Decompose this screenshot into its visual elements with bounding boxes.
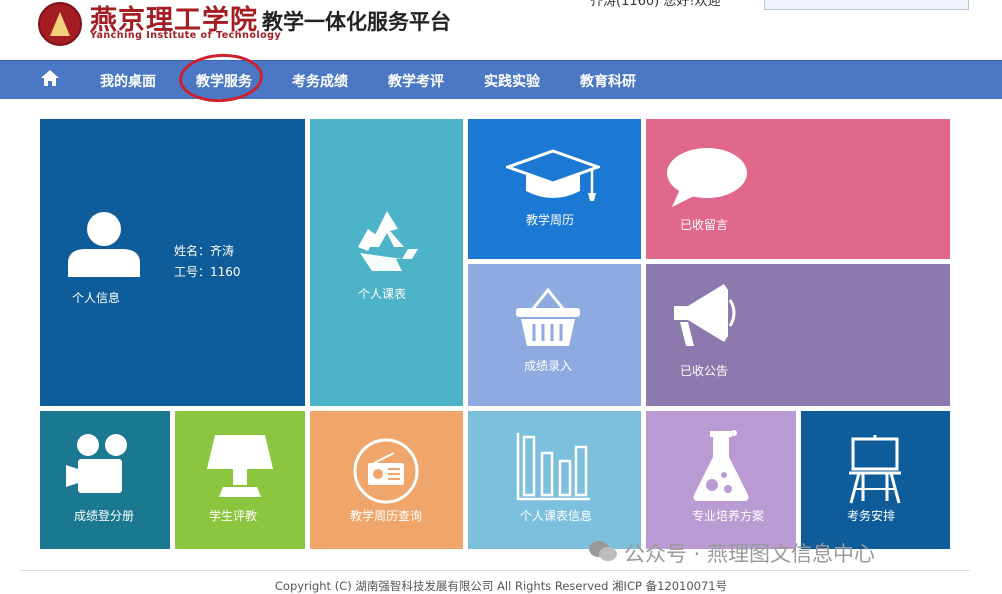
tile-label: 已收公告 bbox=[680, 364, 729, 378]
tile-label: 教学周历查询 bbox=[350, 509, 423, 523]
top-toolbar[interactable] bbox=[764, 0, 969, 10]
user-name: 姓名：齐涛 bbox=[174, 244, 235, 258]
radio-icon bbox=[353, 438, 419, 504]
tile-label: 成绩录入 bbox=[524, 359, 573, 373]
tile-label: 学生评教 bbox=[209, 509, 258, 523]
footer-divider bbox=[20, 570, 970, 571]
tile-received-notices[interactable]: 已收公告 bbox=[646, 264, 950, 406]
tile-label: 个人课表信息 bbox=[520, 509, 593, 523]
watermark-text: 公众号 · 燕理图文信息中心 bbox=[624, 542, 876, 566]
lamp-icon bbox=[207, 435, 273, 497]
nav-education-research[interactable]: 教育科研 bbox=[580, 71, 636, 91]
tile-label: 个人课表 bbox=[358, 287, 407, 301]
nav-teaching-evaluation[interactable]: 教学考评 bbox=[388, 71, 444, 91]
header: 燕京理工学院 Yanching Institute of Technology … bbox=[0, 0, 1002, 60]
tile-calendar-query[interactable]: 教学周历查询 bbox=[310, 411, 463, 549]
main-nav: 我的桌面 教学服务 考务成绩 教学考评 实践实验 教育科研 bbox=[0, 60, 1002, 99]
nav-practice-experiment[interactable]: 实践实验 bbox=[484, 71, 540, 91]
speech-bubble-icon bbox=[667, 148, 747, 207]
basket-icon bbox=[516, 287, 580, 346]
tile-label: 成绩登分册 bbox=[74, 509, 135, 523]
recycle-icon bbox=[358, 211, 418, 271]
user-id: 工号：1160 bbox=[174, 265, 241, 279]
app-title: 教学一体化服务平台 bbox=[262, 10, 451, 34]
user-icon bbox=[68, 212, 140, 277]
easel-icon bbox=[849, 435, 901, 504]
graduation-cap-icon bbox=[506, 149, 600, 201]
tile-teaching-calendar[interactable]: 教学周历 bbox=[468, 119, 641, 259]
school-seal-logo[interactable] bbox=[38, 2, 82, 46]
footer-copyright: Copyright (C) 湖南强智科技发展有限公司 All Rights Re… bbox=[274, 579, 728, 593]
tile-training-plan[interactable]: 专业培养方案 bbox=[646, 411, 796, 549]
bar-chart-icon bbox=[516, 433, 590, 501]
megaphone-icon bbox=[674, 284, 736, 346]
tile-received-messages[interactable]: 已收留言 bbox=[646, 119, 950, 259]
nav-exam-grades[interactable]: 考务成绩 bbox=[292, 71, 348, 91]
tile-exam-arrangement[interactable]: 考务安排 bbox=[801, 411, 950, 549]
wechat-icon bbox=[589, 541, 617, 561]
home-icon[interactable] bbox=[40, 69, 60, 87]
nav-my-desktop[interactable]: 我的桌面 bbox=[100, 71, 156, 91]
tile-grade-entry[interactable]: 成绩录入 bbox=[468, 264, 641, 406]
tile-grade-register[interactable]: 成绩登分册 bbox=[40, 411, 170, 549]
school-name-en: Yanching Institute of Technology bbox=[90, 30, 282, 41]
tile-label: 考务安排 bbox=[847, 509, 896, 523]
tile-label: 专业培养方案 bbox=[692, 509, 765, 523]
tile-course-table[interactable]: 个人课表 bbox=[310, 119, 463, 406]
tile-label: 已收留言 bbox=[680, 218, 729, 232]
tile-student-evaluation[interactable]: 学生评教 bbox=[175, 411, 305, 549]
tile-label: 教学周历 bbox=[526, 213, 575, 227]
tile-course-info[interactable]: 个人课表信息 bbox=[468, 411, 641, 549]
tile-label: 个人信息 bbox=[72, 291, 121, 305]
video-camera-icon bbox=[66, 434, 127, 493]
user-greeting: 齐涛(1160) 您好!欢迎 bbox=[590, 0, 721, 9]
flask-icon bbox=[693, 430, 749, 501]
tile-personal-info[interactable]: 个人信息 姓名：齐涛 工号：1160 bbox=[40, 119, 305, 406]
